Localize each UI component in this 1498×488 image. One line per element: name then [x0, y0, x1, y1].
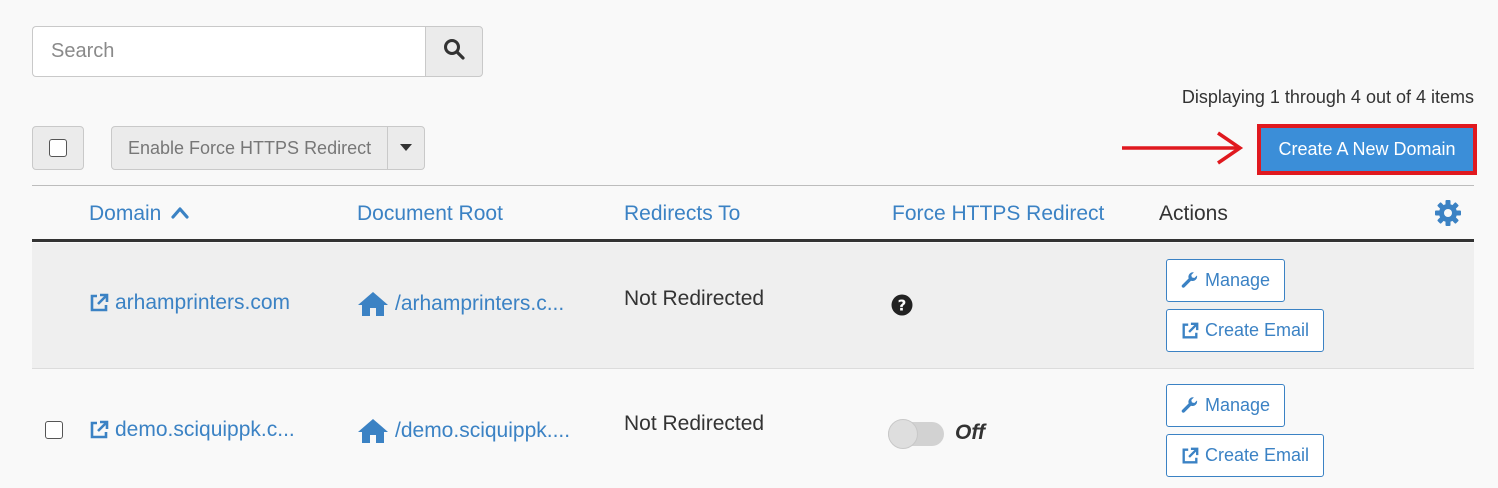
row-checkbox[interactable]: [45, 421, 63, 439]
search-bar: [32, 26, 483, 77]
domain-name: arhamprinters.com: [115, 291, 291, 314]
manage-label: Manage: [1205, 270, 1271, 290]
bulk-action-dropdown-toggle[interactable]: [388, 126, 426, 170]
column-header-actions: Actions: [1159, 202, 1228, 225]
toggle-state-label: Off: [955, 421, 985, 444]
create-email-button[interactable]: Create Email: [1166, 434, 1325, 477]
sort-ascending-icon: [171, 202, 189, 226]
caret-down-icon: [400, 139, 413, 157]
manage-button[interactable]: Manage: [1166, 259, 1286, 302]
create-email-button[interactable]: Create Email: [1166, 309, 1325, 352]
pagination-status: Displaying 1 through 4 out of 4 items: [1181, 87, 1474, 107]
annotation-arrow: [1120, 130, 1244, 171]
wrench-icon: [1181, 271, 1199, 290]
create-new-domain-button[interactable]: Create A New Domain: [1261, 128, 1473, 171]
home-icon: [357, 418, 389, 444]
column-header-label: Domain: [89, 202, 162, 225]
bulk-action-group: Enable Force HTTPS Redirect: [111, 126, 426, 170]
svg-text:?: ?: [898, 297, 907, 315]
manage-button[interactable]: Manage: [1166, 384, 1286, 427]
table-row: demo.sciquippk.c... /demo.sciquippk.... …: [32, 369, 1474, 488]
document-root-link[interactable]: /arhamprinters.c...: [357, 291, 564, 317]
domain-name: demo.sciquippk.c...: [115, 418, 295, 441]
domain-link[interactable]: arhamprinters.com: [89, 291, 290, 315]
wrench-icon: [1181, 396, 1199, 415]
create-email-label: Create Email: [1205, 320, 1310, 340]
external-link-icon: [1181, 322, 1199, 340]
document-root-path: /demo.sciquippk....: [395, 419, 571, 442]
create-email-label: Create Email: [1205, 445, 1310, 465]
external-link-icon: [1181, 447, 1199, 465]
manage-label: Manage: [1205, 395, 1271, 415]
column-header-domain[interactable]: Domain: [89, 202, 189, 226]
redirects-to-value: Not Redirected: [624, 287, 765, 310]
column-header-document-root[interactable]: Document Root: [357, 202, 503, 226]
search-icon: [443, 38, 465, 65]
table-row: arhamprinters.com /arhamprinters.c... No…: [32, 243, 1474, 369]
checkbox[interactable]: [49, 139, 67, 157]
column-header-redirects-to[interactable]: Redirects To: [624, 202, 740, 226]
column-header-force-https[interactable]: Force HTTPS Redirect: [892, 202, 1104, 226]
external-link-icon: [89, 420, 109, 440]
question-circle-icon: ?: [891, 294, 913, 316]
gear-icon[interactable]: [1434, 199, 1462, 232]
search-button[interactable]: [425, 26, 483, 77]
home-icon: [357, 291, 389, 317]
force-https-toggle[interactable]: [888, 419, 944, 449]
domain-link[interactable]: demo.sciquippk.c...: [89, 418, 295, 442]
document-root-link[interactable]: /demo.sciquippk....: [357, 418, 570, 444]
search-input[interactable]: [32, 26, 425, 77]
select-all-checkbox[interactable]: [32, 126, 84, 170]
redirects-to-value: Not Redirected: [624, 412, 765, 435]
table-header: Domain Document Root Redirects To Force …: [32, 186, 1474, 242]
external-link-icon: [89, 293, 109, 313]
document-root-path: /arhamprinters.c...: [395, 292, 565, 315]
toggle-knob: [888, 419, 918, 449]
enable-force-https-button[interactable]: Enable Force HTTPS Redirect: [111, 126, 389, 170]
